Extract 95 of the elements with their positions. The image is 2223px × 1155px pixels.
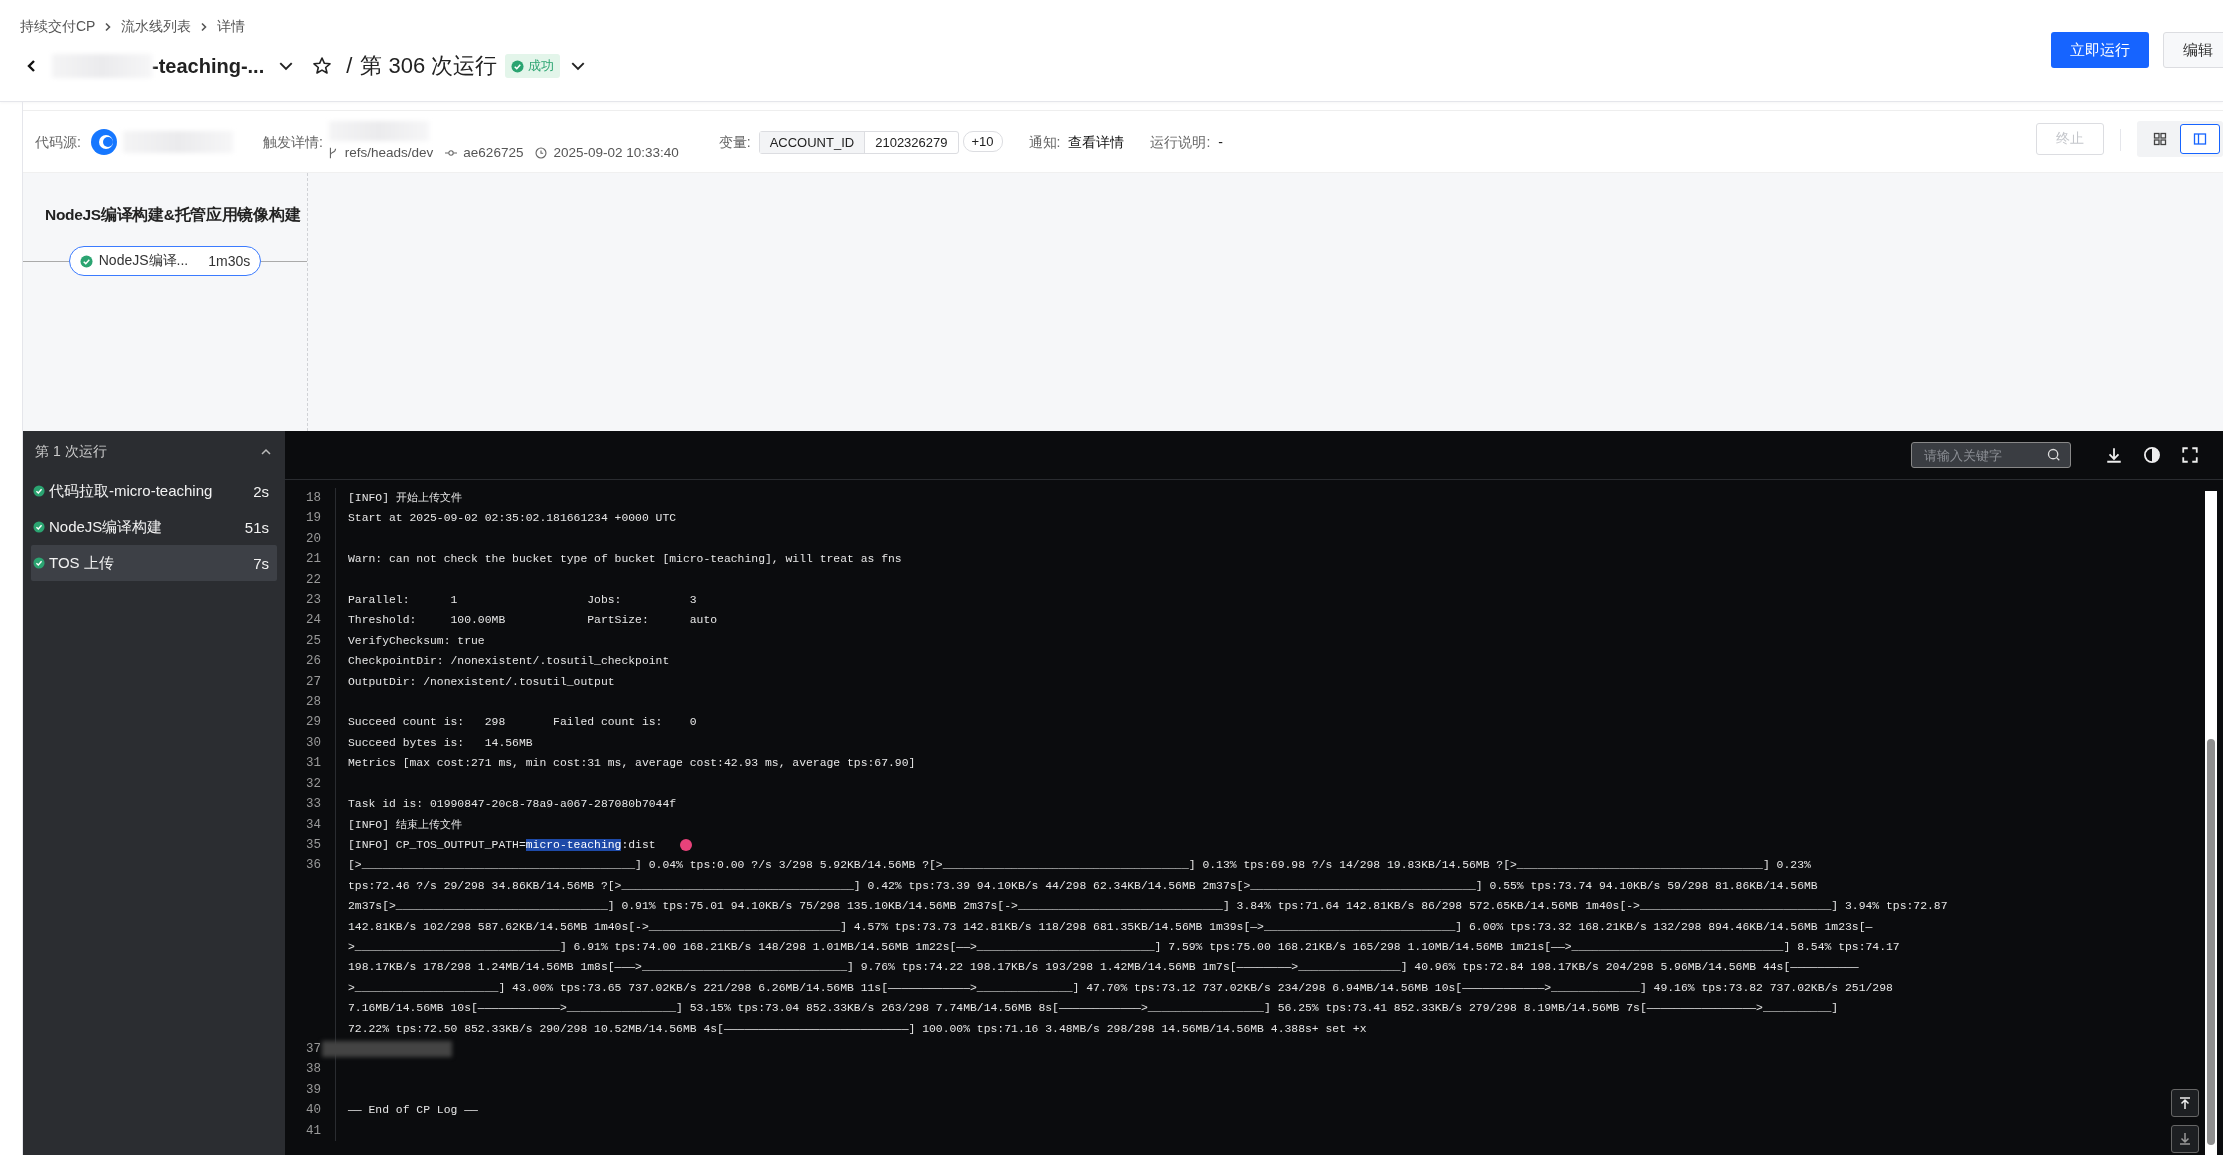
scrollbar-thumb[interactable] — [2207, 739, 2215, 1145]
download-icon[interactable] — [2105, 446, 2123, 464]
commit-hash: ae626725 — [463, 145, 524, 160]
log-line: [>________________________________________] 0.04% tps:0.00 ?/s 3/298 5.92KB/14.56MB ?[>____________________________________] 0.13% tps:69.98 ?/s 14/298 19.83KB/14.56MB ?[>____________________________________] 0.23% — [348, 858, 1812, 874]
log-line: 198.17KB/s 178/298 1.24MB/14.56MB 1m8s[———>______________________________] 9.76% tps:74.22 198.17KB/s 193/298 1.42MB/14.56MB 1m7s[————————>_______________] 40.96% tps:72.84 198.17KB/s 204/298 5.96MB/14.56MB 44s[—————————— — [348, 960, 1860, 976]
log-line: Succeed bytes is: 14.56MB — [348, 735, 533, 751]
line-number: 21 — [285, 549, 336, 570]
separator-slash: / — [346, 53, 353, 79]
fullscreen-icon[interactable] — [2181, 446, 2199, 464]
clock-icon — [535, 146, 548, 159]
log-line: Warn: can not check the bucket type of bucket [micro-teaching], will treat as fns — [348, 552, 902, 568]
line-number: 29 — [285, 712, 336, 733]
log-line: VerifyChecksum: true — [348, 633, 485, 649]
log-line: Succeed count is: 298 Failed count is: 0 — [348, 715, 697, 731]
line-number: 38 — [285, 1059, 336, 1080]
line-number: 41 — [285, 1120, 336, 1141]
breadcrumb-link[interactable]: 持续交付CP — [20, 18, 96, 36]
field-label: 运行说明: — [1150, 133, 1211, 152]
repo-icon — [88, 127, 119, 157]
star-icon[interactable] — [312, 56, 333, 76]
log-line: tps:72.46 ?/s 29/298 34.86KB/14.56MB ?[>__________________________________] 0.42% tps:73.39 94.10KB/s 44/298 62.34KB/14.56MB 2m37s[>_________________________________] 0.55% tps:73.74 94.10KB/s 59/298 81.86KB/14.56MB — [348, 878, 1819, 894]
search-icon[interactable] — [2047, 448, 2061, 462]
breadcrumb-link[interactable]: 详情 — [217, 18, 246, 36]
log-line: 142.81KB/s 102/298 587.62KB/14.56MB 1m40s[->____________________________] 4.57% tps:73.73 142.81KB/s 118/298 681.35KB/14.56MB 1m39s[—>____________________________] 6.00% tps:73.32 168.21KB/s 132/298 894.46KB/14.56MB 1m23s[— — [348, 919, 1874, 935]
back-icon[interactable] — [26, 58, 38, 74]
columns-icon — [2193, 132, 2207, 146]
log-line: 72.22% tps:72.50 852.33KB/s 290/298 10.52MB/14.56MB 4s[———————————————————————————] 100.00% tps:71.16 3.48MB/s 298/298 14.56MB/14.56MB 4.388s+ set +x — [348, 1021, 1368, 1037]
search-field[interactable]: 请输入关键字 — [1911, 442, 2071, 468]
line-number: 35 — [285, 834, 336, 856]
line-number: 24 — [285, 610, 336, 631]
notify-link[interactable]: 查看详情 — [1068, 131, 1125, 153]
line-number: 28 — [285, 692, 336, 713]
line-number: 36 — [285, 855, 336, 1039]
line-number: 39 — [285, 1079, 336, 1101]
line-number: 27 — [285, 671, 336, 693]
column-view-button[interactable] — [2180, 124, 2220, 154]
log-line: 7.16MB/14.56MB 10s[————————————>________________] 53.15% tps:73.04 852.33KB/s 263/298 7.74MB/14.56MB 8s[————————————>_________________] 56.25% tps:73.41 852.33KB/s 279/298 8.19MB/14.56MB 7s[————————————————>__________] — [348, 1001, 1840, 1017]
line-number: 26 — [285, 651, 336, 672]
field-label: 通知: — [1028, 133, 1061, 152]
field-label: 触发详情: — [262, 133, 323, 152]
step-item[interactable]: TOS 上传 7s — [31, 545, 277, 581]
line-number: 34 — [285, 814, 336, 835]
line-number: 33 — [285, 794, 336, 815]
line-number: 22 — [285, 569, 336, 591]
grid-icon — [2153, 132, 2167, 146]
check-circle-icon — [33, 485, 45, 497]
line-number: 18 — [285, 488, 336, 509]
log-line: OutputDir: /nonexistent/.tosutil_output — [348, 674, 615, 690]
check-circle-icon — [33, 521, 45, 533]
line-number: 19 — [285, 508, 336, 529]
breadcrumb-link[interactable]: 流水线列表 — [121, 18, 192, 36]
line-number: 32 — [285, 773, 336, 795]
cursor-dot — [680, 839, 692, 851]
log-line: Metrics [max cost:271 ms, min cost:31 ms, average cost:42.93 ms, average tps:67.90] — [348, 756, 916, 772]
check-circle-icon — [33, 557, 45, 569]
branch-name: refs/heads/dev — [344, 145, 434, 160]
note-value: - — [1218, 133, 1223, 152]
arrow-down-icon — [2178, 1132, 2192, 1146]
status-badge: 成功 — [505, 54, 561, 78]
run-attempt-title: 第 1 次运行 — [35, 443, 107, 461]
log-line: >______________________________] 6.91% tps:74.00 168.21KB/s 148/298 1.01MB/14.56MB 1m22s[——>__________________________] 7.59% tps:75.00 168.21KB/s 165/298 1.10MB/14.56MB 1m21s[——>_______________________________] 8.54% tps:74.17 — [348, 939, 1901, 955]
line-number: 20 — [285, 528, 336, 550]
edit-button[interactable]: 编辑 — [2163, 32, 2223, 68]
log-line: CheckpointDir: /nonexistent/.tosutil_checkpoint — [348, 654, 670, 670]
log-line: [INFO] 开始上传文件 — [348, 491, 462, 506]
pipeline-name: -teaching-... — [152, 54, 265, 78]
log-line: >_____________________] 43.00% tps:73.65 737.02KB/s 221/298 6.26MB/14.56MB 11s[————————————>______________] 47.70% tps:73.12 737.02KB/s 234/298 6.94MB/14.56MB 10s[————————————>_____________] 49.16% tps:73.82 737.02KB/s 251/298 — [348, 980, 1894, 996]
log-line: —— End of CP Log —— — [348, 1103, 478, 1119]
arrow-up-icon — [2178, 1096, 2192, 1110]
contrast-icon[interactable] — [2143, 446, 2161, 464]
log-line: [INFO] 结束上传文件 — [348, 817, 462, 833]
line-number: 40 — [285, 1100, 336, 1121]
log-line: Parallel: 1 Jobs: 3 — [348, 593, 697, 609]
scroll-bottom-button[interactable] — [2171, 1125, 2199, 1153]
check-circle-icon — [79, 254, 93, 268]
log-line: Threshold: 100.00MB PartSize: auto — [348, 613, 718, 629]
field-label: 代码源: — [35, 133, 81, 152]
variable-tag: ACCOUNT_ID 2102326279 — [758, 131, 959, 154]
stage-title: NodeJS编译构建&托管应用镜像构建 — [44, 205, 302, 225]
field-label: 变量: — [718, 133, 751, 152]
run-title: 第 306 次运行 — [360, 52, 498, 80]
log-line: Task id is: 01990847-20c8-78a9-a067-287080b7044f — [348, 797, 677, 813]
scroll-top-button[interactable] — [2171, 1089, 2199, 1117]
line-number: 25 — [285, 630, 336, 652]
line-number: 31 — [285, 753, 336, 774]
line-number: 30 — [285, 732, 336, 754]
step-item[interactable]: 代码拉取-micro-teaching 2s — [31, 473, 277, 509]
log-line: Start at 2025-09-02 02:35:02.181661234 +0000 UTC — [348, 511, 677, 527]
trigger-time: 2025-09-02 10:33:40 — [553, 145, 679, 160]
log-line: 2m37s[>_______________________________] 0.91% tps:75.01 94.10KB/s 75/298 135.10KB/14.56MB 2m37s[->______________________________] 3.84% tps:71.64 142.81KB/s 86/298 572.65KB/14.56MB 1m40s[->____________________________] 3.94% tps:72.87 — [348, 899, 1948, 915]
step-item[interactable]: NodeJS编译构建 51s — [31, 509, 277, 545]
line-number: 23 — [285, 590, 336, 611]
job-node[interactable]: NodeJS编译... 1m30s — [68, 246, 262, 276]
more-variables-badge[interactable]: +10 — [962, 131, 1003, 152]
run-now-button[interactable]: 立即运行 — [2051, 32, 2149, 68]
